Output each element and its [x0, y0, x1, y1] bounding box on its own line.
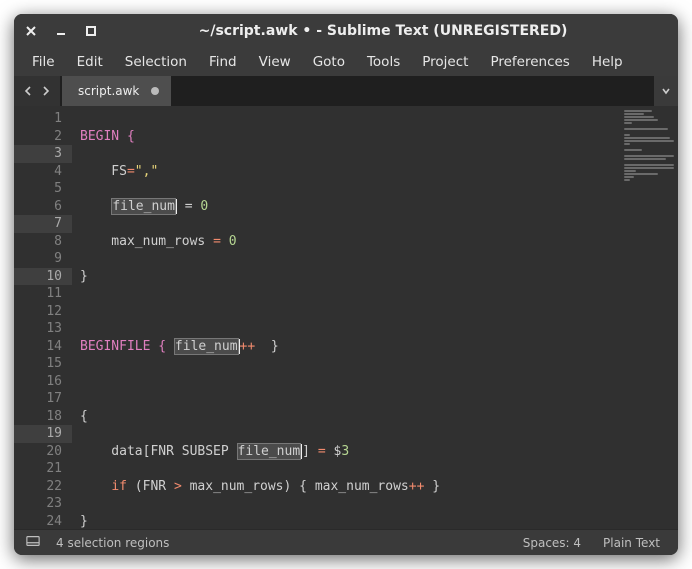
line-number[interactable]: 18	[14, 408, 62, 426]
tab-overflow-icon[interactable]	[654, 76, 678, 106]
selection: file_num	[111, 198, 176, 215]
minimap[interactable]	[620, 106, 678, 529]
menubar: File Edit Selection Find View Goto Tools…	[14, 48, 678, 76]
status-indentation[interactable]: Spaces: 4	[517, 536, 587, 550]
menu-view[interactable]: View	[249, 50, 301, 74]
dirty-indicator-icon	[151, 87, 159, 95]
minimize-icon[interactable]	[54, 24, 68, 38]
line-number[interactable]: 22	[14, 478, 62, 496]
tab-active[interactable]: script.awk	[62, 76, 171, 106]
tabbar: script.awk	[14, 76, 678, 106]
line-number[interactable]: 8	[14, 233, 62, 251]
panel-switcher-icon[interactable]	[26, 535, 40, 550]
line-number[interactable]: 10	[14, 268, 72, 286]
menu-edit[interactable]: Edit	[67, 50, 113, 74]
code-token: BEGIN {	[80, 129, 135, 144]
line-number[interactable]: 3	[14, 145, 72, 163]
selection: file_num	[237, 443, 302, 460]
line-number[interactable]: 24	[14, 513, 62, 530]
line-number[interactable]: 2	[14, 128, 62, 146]
tab-nav	[14, 76, 60, 106]
statusbar: 4 selection regions Spaces: 4 Plain Text	[14, 529, 678, 555]
line-number[interactable]: 15	[14, 355, 62, 373]
line-number[interactable]: 17	[14, 390, 62, 408]
menu-selection[interactable]: Selection	[115, 50, 197, 74]
line-number[interactable]: 23	[14, 495, 62, 513]
menu-help[interactable]: Help	[582, 50, 633, 74]
tab-label: script.awk	[78, 84, 139, 98]
line-number[interactable]: 13	[14, 320, 62, 338]
status-selections[interactable]: 4 selection regions	[50, 536, 175, 550]
line-number[interactable]: 4	[14, 163, 62, 181]
line-number[interactable]: 19	[14, 425, 72, 443]
menu-goto[interactable]: Goto	[303, 50, 355, 74]
line-number[interactable]: 14	[14, 338, 62, 356]
line-number[interactable]: 20	[14, 443, 62, 461]
line-number[interactable]: 7	[14, 215, 72, 233]
window-controls	[24, 24, 98, 38]
line-number-gutter[interactable]: 1234567891011121314151617181920212223242…	[14, 106, 72, 529]
line-number[interactable]: 21	[14, 460, 62, 478]
line-number[interactable]: 1	[14, 110, 62, 128]
tab-history-back-icon[interactable]	[20, 83, 36, 99]
selection: file_num	[174, 338, 239, 355]
editor-area[interactable]: 1234567891011121314151617181920212223242…	[14, 106, 678, 529]
app-window: ~/script.awk • - Sublime Text (UNREGISTE…	[14, 14, 678, 555]
window-title: ~/script.awk • - Sublime Text (UNREGISTE…	[98, 23, 668, 39]
menu-project[interactable]: Project	[412, 50, 478, 74]
menu-file[interactable]: File	[22, 50, 65, 74]
close-icon[interactable]	[24, 24, 38, 38]
code-view[interactable]: BEGIN { FS="," file_num = 0 max_num_rows…	[72, 106, 620, 529]
menu-preferences[interactable]: Preferences	[480, 50, 579, 74]
menu-tools[interactable]: Tools	[357, 50, 410, 74]
status-syntax[interactable]: Plain Text	[597, 536, 666, 550]
tab-history-forward-icon[interactable]	[38, 83, 54, 99]
line-number[interactable]: 6	[14, 198, 62, 216]
line-number[interactable]: 5	[14, 180, 62, 198]
maximize-icon[interactable]	[84, 24, 98, 38]
line-number[interactable]: 11	[14, 285, 62, 303]
line-number[interactable]: 16	[14, 373, 62, 391]
menu-find[interactable]: Find	[199, 50, 247, 74]
line-number[interactable]: 9	[14, 250, 62, 268]
line-number[interactable]: 12	[14, 303, 62, 321]
titlebar[interactable]: ~/script.awk • - Sublime Text (UNREGISTE…	[14, 14, 678, 48]
